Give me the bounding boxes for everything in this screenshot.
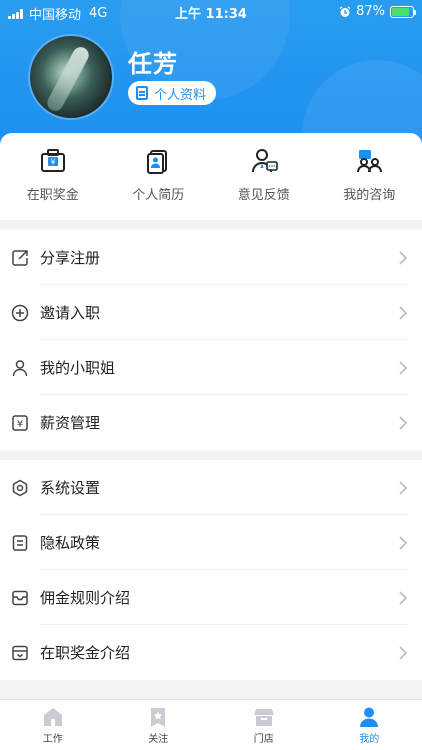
- inbox-icon: [12, 590, 28, 605]
- settings-icon: [12, 479, 28, 496]
- profile-info-label: 个人资料: [154, 87, 207, 103]
- person-icon: [12, 359, 28, 376]
- menu-item-my-assistant[interactable]: 我的小职姐: [0, 340, 422, 395]
- chevron-right-icon: [399, 480, 408, 495]
- chevron-right-icon: [399, 250, 408, 265]
- chevron-right-icon: [399, 305, 408, 320]
- alarm-icon: [339, 5, 351, 17]
- menu-item-bonus-intro[interactable]: 在职奖金介绍: [0, 625, 422, 680]
- menu-item-label: 分享注册: [40, 249, 101, 267]
- menu-item-label: 系统设置: [40, 479, 101, 497]
- tab-label: 门店: [253, 734, 274, 745]
- status-bar: 中国移动 4G 上午 11:34 87%: [0, 0, 422, 23]
- chevron-right-icon: [399, 535, 408, 550]
- menu-item-label: 佣金规则介绍: [40, 589, 131, 607]
- quick-action-label: 意见反馈: [237, 188, 290, 203]
- plus-circle-icon: [11, 304, 29, 321]
- menu-item-salary-management[interactable]: ¥ 薪资管理: [0, 395, 422, 450]
- resume-icon: [147, 150, 168, 174]
- tab-label: 工作: [42, 734, 63, 745]
- profile-doc-icon: [136, 86, 148, 100]
- chevron-right-icon: [399, 415, 408, 430]
- quick-action-feedback[interactable]: 意见反馈: [211, 133, 317, 220]
- menu-item-label: 我的小职姐: [40, 359, 116, 377]
- store-icon: [253, 709, 274, 726]
- menu-item-privacy-policy[interactable]: 隐私政策: [0, 515, 422, 570]
- home-icon: [43, 708, 62, 726]
- menu-item-label: 在职奖金介绍: [40, 644, 131, 662]
- tab-work[interactable]: 工作: [0, 700, 106, 750]
- quick-action-label: 我的咨询: [343, 188, 396, 203]
- tab-follow[interactable]: 关注: [106, 700, 212, 750]
- yen-icon: ¥: [12, 414, 28, 431]
- bookmark-star-icon: [151, 708, 166, 727]
- quick-action-bonus[interactable]: ¥ 在职奖金: [0, 133, 106, 220]
- consult-icon: [357, 150, 383, 173]
- menu-item-share-register[interactable]: 分享注册: [0, 230, 422, 285]
- quick-action-label: 个人简历: [132, 188, 185, 203]
- menu-item-label: 薪资管理: [40, 414, 101, 432]
- quick-action-consult[interactable]: 我的咨询: [317, 133, 422, 220]
- feedback-icon: [251, 149, 278, 173]
- battery-fill: [392, 7, 410, 16]
- quick-action-label: 在职奖金: [26, 188, 79, 203]
- avatar[interactable]: [30, 36, 112, 118]
- profile-info-button[interactable]: 个人资料: [128, 81, 217, 105]
- profile-header: 中国移动 4G 上午 11:34 87% 任芳 个人资料: [0, 0, 422, 152]
- bottom-tab-bar: 工作 关注 门店 我的: [0, 699, 422, 750]
- quick-actions: ¥ 在职奖金 个人简历 意见反馈 我的咨询: [0, 133, 422, 220]
- document-icon: [12, 534, 28, 551]
- menu-item-invite-onboard[interactable]: 邀请入职: [0, 285, 422, 340]
- menu-group-primary: 分享注册 邀请入职 我的小职姐 ¥ 薪资管理: [0, 230, 422, 450]
- chevron-right-icon: [399, 645, 408, 660]
- share-icon: [12, 249, 28, 266]
- user-icon: [360, 707, 379, 727]
- menu-item-label: 邀请入职: [40, 304, 101, 322]
- menu-item-system-settings[interactable]: 系统设置: [0, 460, 422, 515]
- bonus-intro-icon: [12, 645, 28, 660]
- tab-label: 我的: [359, 734, 380, 745]
- quick-action-resume[interactable]: 个人简历: [106, 133, 212, 220]
- battery-percent: 87%: [356, 4, 385, 19]
- battery-icon: [390, 5, 416, 18]
- chevron-right-icon: [399, 360, 408, 375]
- chevron-right-icon: [399, 590, 408, 605]
- user-name: 任芳: [128, 50, 178, 78]
- wallet-bonus-icon: ¥: [40, 149, 65, 172]
- svg-text:¥: ¥: [50, 158, 55, 167]
- tab-store[interactable]: 门店: [211, 700, 317, 750]
- svg-text:¥: ¥: [17, 419, 23, 430]
- menu-item-label: 隐私政策: [40, 534, 101, 552]
- menu-item-commission-rules[interactable]: 佣金规则介绍: [0, 570, 422, 625]
- tab-mine[interactable]: 我的: [317, 700, 422, 750]
- menu-group-secondary: 系统设置 隐私政策 佣金规则介绍 在职奖金介绍: [0, 460, 422, 680]
- tab-label: 关注: [148, 734, 169, 745]
